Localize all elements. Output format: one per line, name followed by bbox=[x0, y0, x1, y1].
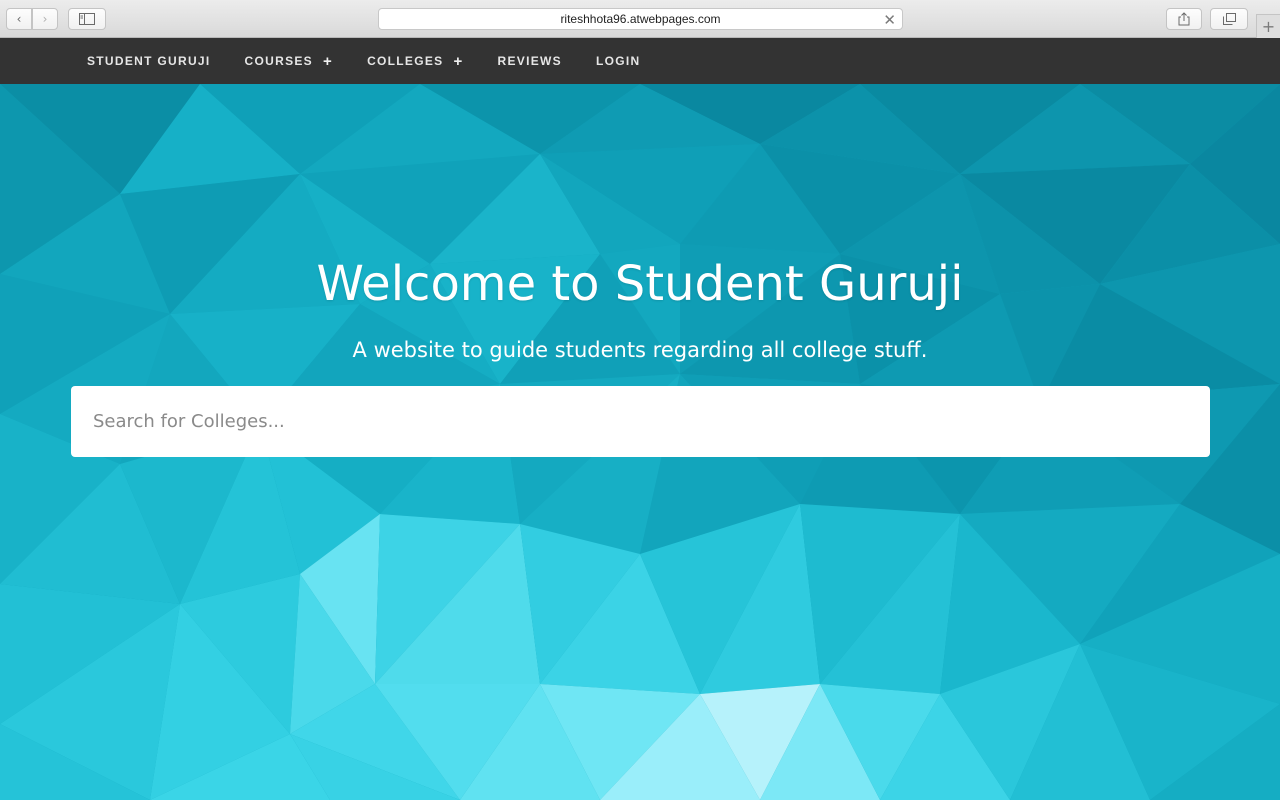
nav-item-reviews[interactable]: REVIEWS bbox=[498, 54, 562, 68]
expand-icon[interactable]: + bbox=[323, 53, 333, 70]
nav-item-label: STUDENT GURUJI bbox=[87, 54, 211, 68]
address-bar[interactable]: riteshhota96.atwebpages.com ✕ bbox=[378, 8, 903, 30]
nav-item-label: COLLEGES bbox=[367, 54, 444, 68]
close-icon[interactable]: ✕ bbox=[883, 11, 896, 29]
hero-title: Welcome to Student Guruji bbox=[316, 256, 964, 312]
nav-item-colleges[interactable]: COLLEGES + bbox=[367, 53, 463, 70]
forward-button[interactable]: › bbox=[32, 8, 58, 30]
nav-item-label: REVIEWS bbox=[497, 54, 562, 68]
expand-icon[interactable]: + bbox=[453, 53, 463, 70]
college-search-input[interactable] bbox=[71, 386, 1210, 457]
url-text: riteshhota96.atwebpages.com bbox=[560, 12, 721, 26]
nav-item-courses[interactable]: COURSES + bbox=[245, 53, 334, 70]
chevron-right-icon: › bbox=[42, 12, 48, 26]
sidebar-toggle-button[interactable] bbox=[68, 8, 106, 30]
share-button[interactable] bbox=[1166, 8, 1202, 30]
tabs-icon bbox=[1222, 13, 1236, 25]
nav-item-label: COURSES bbox=[244, 54, 313, 68]
chevron-left-icon: ‹ bbox=[16, 12, 22, 26]
share-icon bbox=[1178, 12, 1190, 26]
sidebar-icon bbox=[79, 13, 95, 25]
browser-toolbar: ‹ › riteshhota96.atwebpages.com ✕ + bbox=[0, 0, 1280, 38]
nav-item-login[interactable]: LOGIN bbox=[596, 54, 641, 68]
site-nav: STUDENT GURUJI COURSES + COLLEGES + REVI… bbox=[0, 38, 1280, 84]
hero-subtitle: A website to guide students regarding al… bbox=[352, 338, 928, 362]
nav-item-home[interactable]: STUDENT GURUJI bbox=[87, 54, 211, 68]
hero-section: Welcome to Student Guruji A website to g… bbox=[0, 84, 1280, 800]
show-tabs-button[interactable] bbox=[1210, 8, 1248, 30]
new-tab-button[interactable]: + bbox=[1256, 14, 1280, 38]
plus-icon: + bbox=[1261, 17, 1276, 36]
nav-item-label: LOGIN bbox=[595, 54, 641, 68]
back-button[interactable]: ‹ bbox=[6, 8, 32, 30]
